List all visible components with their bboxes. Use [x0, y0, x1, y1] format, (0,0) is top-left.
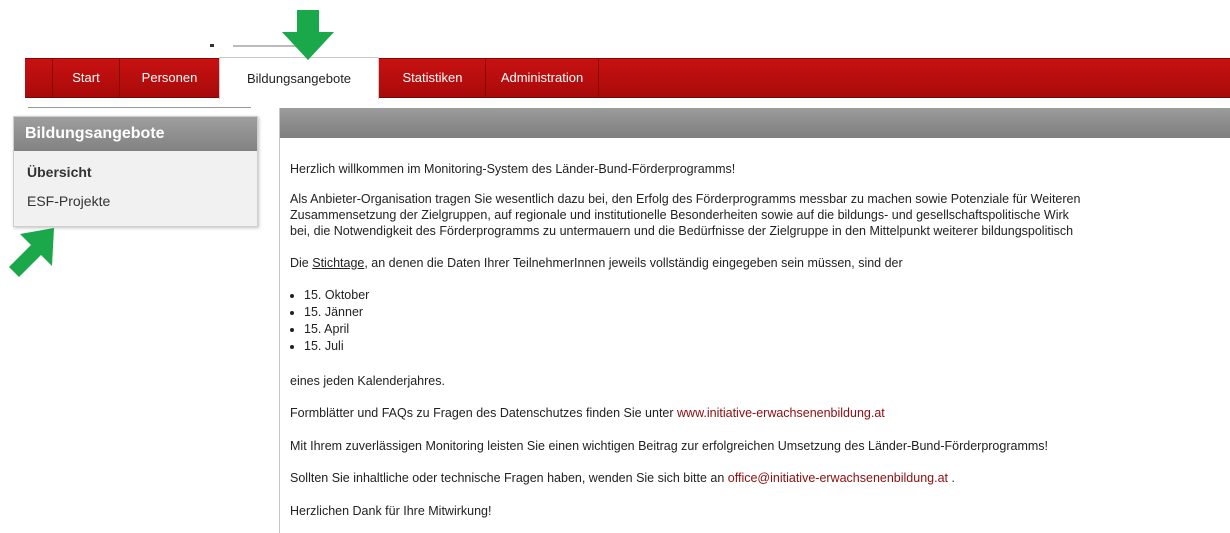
sidebar: Bildungsangebote Übersicht ESF-Projekte	[13, 116, 258, 227]
forms-text: Formblätter und FAQs zu Fragen des Daten…	[290, 406, 885, 420]
sidebar-title: Bildungsangebote	[14, 117, 257, 151]
sidebar-item-esf-projekte[interactable]: ESF-Projekte	[14, 187, 257, 216]
tab-administration[interactable]: Administration	[486, 59, 599, 97]
questions-text: Sollten Sie inhaltliche oder technische …	[290, 471, 955, 485]
list-item: 15. April	[304, 321, 369, 338]
intro-line-3: bei, die Notwendigkeit des Förderprogram…	[290, 224, 1074, 238]
stichtage-link[interactable]: Stichtage	[312, 256, 364, 270]
arrow-down-icon	[282, 10, 334, 60]
forms-label: Formblätter und FAQs zu Fragen des Daten…	[290, 406, 678, 420]
list-item: 15. Oktober	[304, 287, 369, 304]
intro-line-2: Zusammensetzung der Zielgruppen, auf reg…	[290, 208, 1069, 222]
questions-label: Sollten Sie inhaltliche oder technische …	[290, 471, 728, 485]
tab-personen[interactable]: Personen	[120, 59, 220, 97]
questions-end: .	[948, 471, 955, 485]
email-link[interactable]: office@initiative-erwachsenenbildung.at	[728, 471, 948, 485]
divider	[28, 107, 251, 108]
arrow-up-right-icon	[9, 228, 54, 277]
navbar-spacer	[25, 59, 53, 97]
tab-statistiken[interactable]: Statistiken	[380, 59, 486, 97]
sidebar-item-uebersicht[interactable]: Übersicht	[14, 158, 257, 187]
tab-start[interactable]: Start	[53, 59, 120, 97]
stichtage-pre: Die	[290, 256, 313, 270]
intro-line-1: Als Anbieter-Organisation tragen Sie wes…	[290, 192, 1081, 206]
stichtage-text: Die Stichtage, an denen die Daten Ihrer …	[290, 256, 903, 270]
website-link[interactable]: www.initiative-erwachsenenbildung.at	[677, 406, 885, 420]
stichtage-post: , an denen die Daten Ihrer TeilnehmerInn…	[364, 256, 903, 270]
list-item: 15. Juli	[304, 338, 369, 355]
thanks-text: Herzlichen Dank für Ihre Mitwirkung!	[290, 504, 492, 518]
tab-bildungsangebote[interactable]: Bildungsangebote	[219, 57, 379, 99]
welcome-text: Herzlich willkommen im Monitoring-System…	[290, 162, 736, 176]
main-navbar: Start Personen Bildungsangebote Statisti…	[25, 57, 1230, 99]
monitoring-text: Mit Ihrem zuverlässigen Monitoring leist…	[290, 439, 1048, 453]
content-panel: Herzlich willkommen im Monitoring-System…	[279, 108, 1230, 533]
list-item: 15. Jänner	[304, 304, 369, 321]
dates-list: 15. Oktober 15. Jänner 15. April 15. Jul…	[290, 287, 369, 355]
year-text: eines jeden Kalenderjahres.	[290, 374, 445, 388]
content-header-bar	[280, 108, 1230, 138]
